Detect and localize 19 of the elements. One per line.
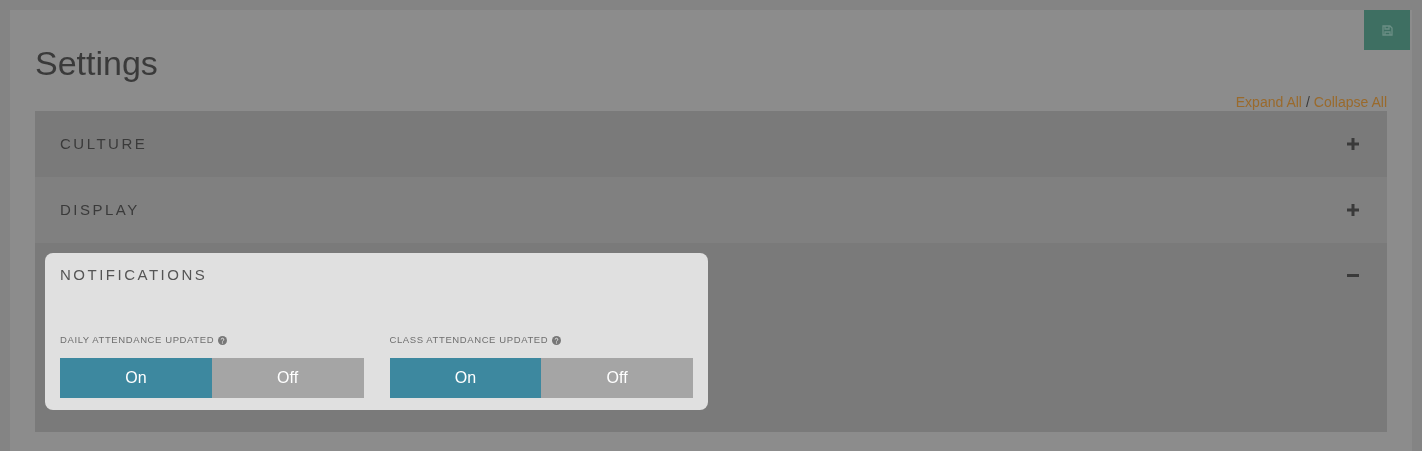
setting-label: DAILY ATTENDANCE UPDATED [60,332,215,347]
link-separator: / [1305,92,1310,111]
expand-icon[interactable] [1347,204,1359,216]
help-icon[interactable] [552,335,562,345]
toggle-option[interactable]: On [60,358,212,398]
toggle-option[interactable]: On [389,358,542,398]
section-title[interactable]: CULTURE [60,111,148,177]
section-title[interactable]: DISPLAY [60,177,140,243]
help-icon[interactable] [218,335,228,345]
section-title[interactable]: NOTIFICATIONS [60,265,208,285]
save-icon [1381,24,1393,36]
toggle-all-link[interactable]: Collapse All [1313,92,1387,111]
setting-label: CLASS ATTENDANCE UPDATED [389,332,549,347]
page-title: Settings [35,43,158,83]
toggle-all-link[interactable]: Expand All [1235,92,1302,111]
toggle-option[interactable]: Off [541,358,693,398]
toggle-option[interactable]: Off [211,358,364,398]
expand-icon[interactable] [1347,138,1359,150]
collapse-icon[interactable] [1347,273,1359,277]
